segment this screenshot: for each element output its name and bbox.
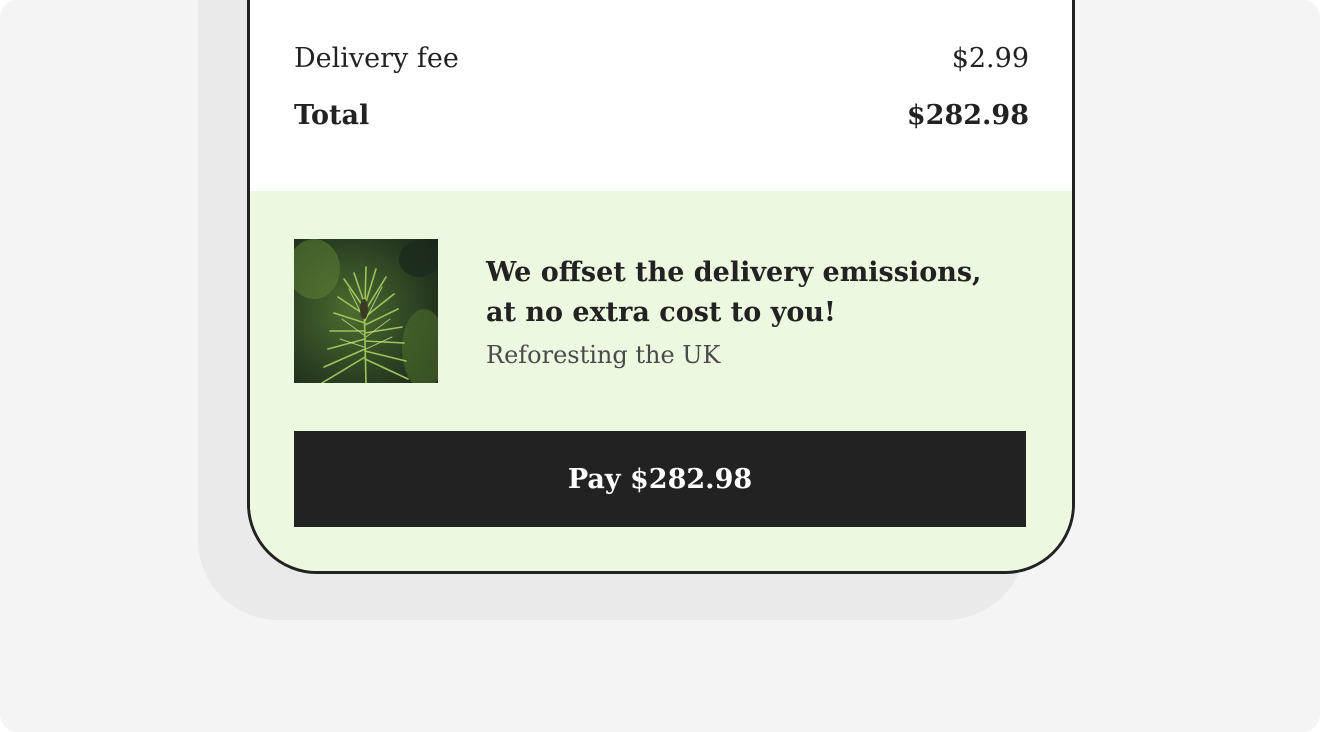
total-row: Total $282.98 — [294, 100, 1029, 131]
offset-heading-line-2: at no extra cost to you! — [486, 297, 836, 328]
offset-subtext: Reforesting the UK — [486, 341, 721, 369]
offset-heading: We offset the delivery emissions, at no … — [486, 253, 1026, 333]
delivery-fee-label: Delivery fee — [294, 43, 459, 74]
page-canvas: Delivery fee $2.99 Total $282.98 We offs… — [0, 0, 1320, 732]
delivery-fee-value: $2.99 — [951, 43, 1029, 74]
delivery-fee-row: Delivery fee $2.99 — [294, 43, 1029, 74]
offset-heading-line-1: We offset the delivery emissions, — [486, 257, 982, 288]
emissions-offset-section: We offset the delivery emissions, at no … — [250, 191, 1072, 571]
order-summary: Delivery fee $2.99 Total $282.98 — [250, 0, 1072, 191]
total-value: $282.98 — [906, 100, 1029, 131]
offset-message: We offset the delivery emissions, at no … — [486, 253, 1026, 371]
pay-button[interactable]: Pay $282.98 — [294, 431, 1026, 527]
pine-tree-image — [294, 239, 438, 383]
total-label: Total — [294, 100, 370, 131]
checkout-panel: Delivery fee $2.99 Total $282.98 We offs… — [247, 0, 1075, 574]
